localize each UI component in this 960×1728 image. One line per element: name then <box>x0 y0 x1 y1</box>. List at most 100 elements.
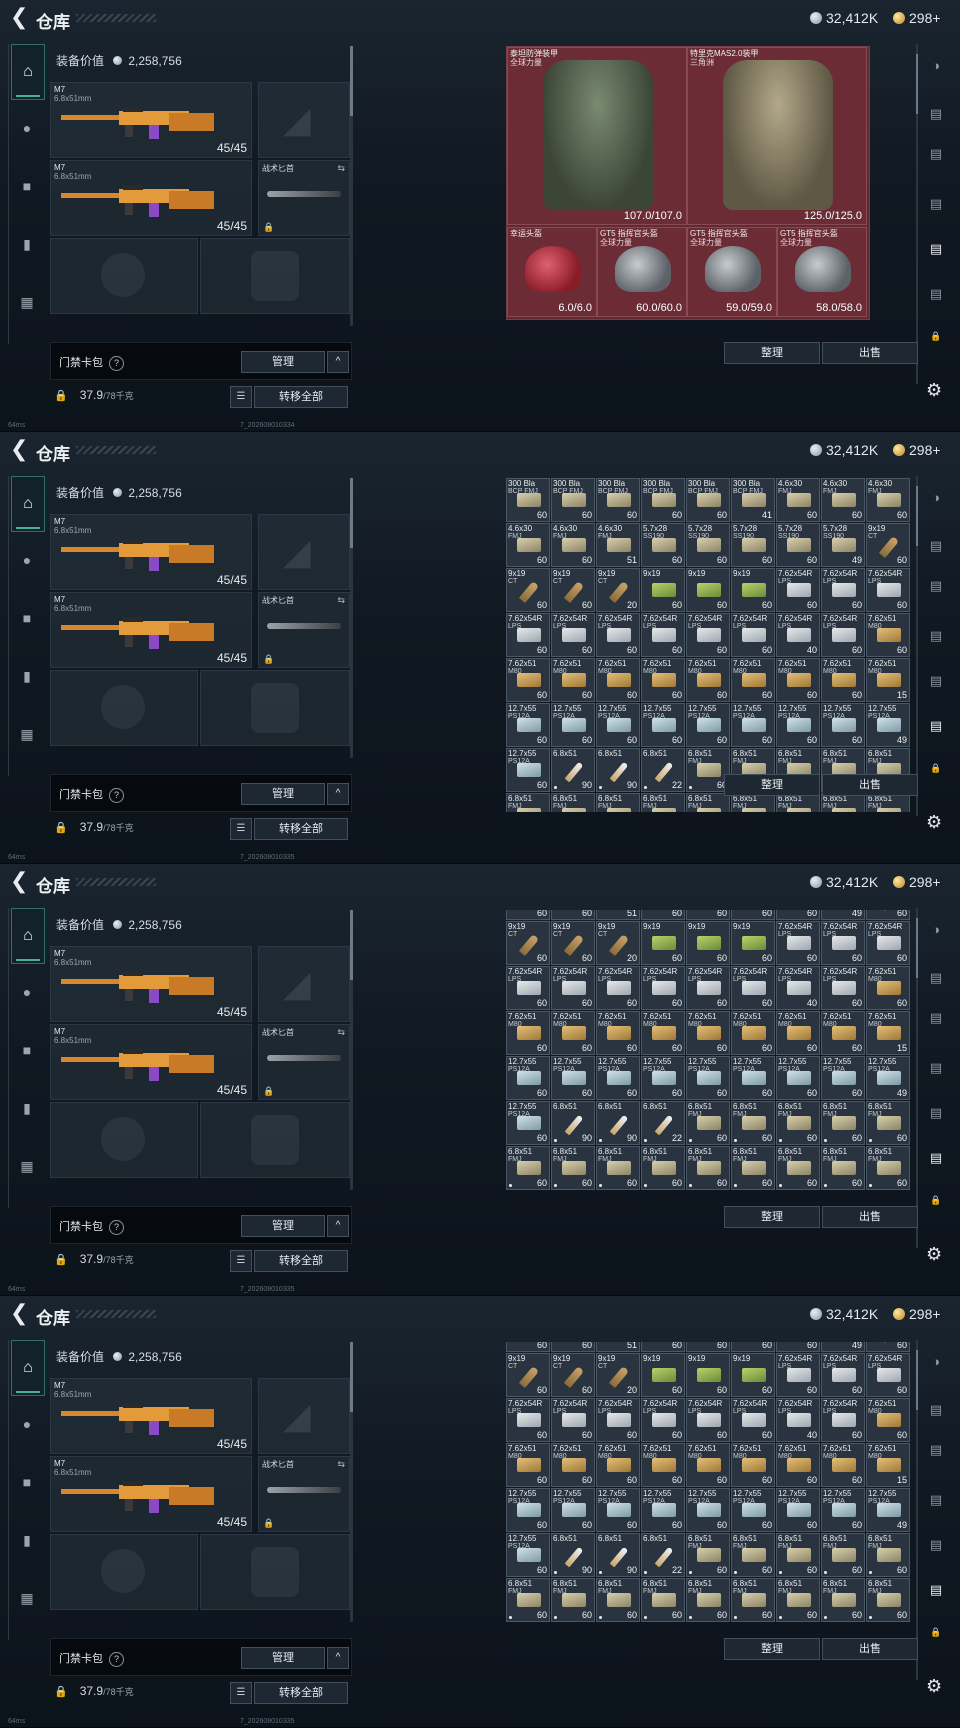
rail-scrollbar[interactable] <box>916 476 918 816</box>
ammo-stack[interactable]: 6.8x51FMJ60 <box>686 1101 730 1145</box>
ammo-stack[interactable]: 7.62x51 M80 60 <box>866 613 910 657</box>
ammo-stack[interactable]: 4.6x30FMJ51 <box>596 523 640 567</box>
stash-page-icon[interactable]: ▤ <box>924 284 948 304</box>
silver-currency[interactable]: 32,412K <box>810 1306 878 1322</box>
ammo-stack[interactable]: 12.7x55 PS12A 60 <box>821 1488 865 1532</box>
ammo-stack[interactable]: 9x19 CT 20 <box>596 568 640 612</box>
stash-page-icon[interactable]: ▤ <box>924 1148 948 1168</box>
ammo-stack[interactable]: 12.7x55 PS12A 60 <box>821 703 865 747</box>
tab-rig-icon[interactable]: ▮ <box>13 662 41 690</box>
back-arrow-icon[interactable]: ❮ <box>10 1302 32 1324</box>
stash-page-icon[interactable]: ▤ <box>924 1490 948 1510</box>
ammo-stack[interactable]: 9x19 CT 20 <box>596 921 640 965</box>
ammo-stack[interactable]: 7.62x54R LPS 60 <box>551 966 595 1010</box>
helmet-slot[interactable] <box>50 1102 198 1178</box>
ammo-stack[interactable]: 9x19 60 <box>686 1353 730 1397</box>
gold-currency[interactable]: 298+ <box>893 442 941 458</box>
gear-icon[interactable]: ⚙ <box>926 1676 942 1697</box>
collapse-chevron-up-icon[interactable]: ^ <box>327 1647 349 1669</box>
ammo-stack[interactable]: 4.6x30FMJ60 <box>506 523 550 567</box>
ammo-stack[interactable]: 7.62x54R LPS 60 <box>596 1398 640 1442</box>
sort-button[interactable]: 整理 <box>724 342 820 364</box>
ammo-stack[interactable]: 7.62x54R LPS 60 <box>686 966 730 1010</box>
ammo-stack[interactable]: 300 Bla BCP FMJ 41 <box>731 478 775 522</box>
stash-page-icon[interactable]: ▤ <box>924 1440 948 1460</box>
gear-icon[interactable]: ⚙ <box>926 1244 942 1265</box>
ammo-stack[interactable]: 9x19CT60 <box>866 910 910 920</box>
rail-scrollbar[interactable] <box>916 908 918 1248</box>
ammo-stack[interactable]: 7.62x54R LPS 40 <box>776 966 820 1010</box>
ammo-stack[interactable]: 5.7x28SS19060 <box>686 910 730 920</box>
ammo-stack[interactable]: 7.62x51 M80 60 <box>686 658 730 702</box>
primary-weapon-slot-2[interactable]: M7 6.8x51mm 45/45 <box>50 160 252 236</box>
ammo-stack[interactable]: 12.7x55 PS12A 49 <box>866 1056 910 1100</box>
ammo-stack[interactable]: 7.62x51 M80 60 <box>821 1011 865 1055</box>
ammo-stack[interactable]: 9x19 CT 20 <box>596 1353 640 1397</box>
helmet-slot[interactable] <box>50 670 198 746</box>
ammo-stack[interactable]: 7.62x51 M80 60 <box>596 1011 640 1055</box>
stash-overview-icon[interactable]: ◑ <box>924 488 948 508</box>
ammo-stack[interactable]: 12.7x55 PS12A 49 <box>866 1488 910 1532</box>
transfer-all-button[interactable]: 转移全部 <box>254 386 348 408</box>
primary-weapon-slot-2[interactable]: M7 6.8x51mm 45/45 <box>50 1456 252 1532</box>
ammo-stack[interactable]: 12.7x55 PS12A 60 <box>776 1488 820 1532</box>
rail-scrollbar[interactable] <box>916 44 918 384</box>
ammo-stack[interactable]: 6.8x51 22 <box>641 748 685 792</box>
ammo-stack[interactable]: 12.7x55 PS12A 60 <box>731 1488 775 1532</box>
stash-page-icon[interactable]: ▤ <box>924 716 948 736</box>
stash-page-icon[interactable]: ▤ <box>924 1008 948 1028</box>
ammo-stack[interactable]: 5.7x28SS19060 <box>686 1342 730 1352</box>
ammo-stack[interactable]: 6.8x51 22 <box>641 1101 685 1145</box>
ammo-stack[interactable]: 7.62x54R LPS 40 <box>776 1398 820 1442</box>
sell-button[interactable]: 出售 <box>822 1638 918 1660</box>
ammo-stack[interactable]: 12.7x55 PS12A 60 <box>596 1056 640 1100</box>
primary-weapon-slot-1[interactable]: M7 6.8x51mm 45/45 <box>50 946 252 1022</box>
ammo-stack[interactable]: 6.8x51FMJ60 <box>731 1533 775 1577</box>
stash-page-icon[interactable]: ▤ <box>924 626 948 646</box>
ammo-stack[interactable]: 7.62x54R LPS 60 <box>506 1398 550 1442</box>
ammo-stack[interactable]: 9x19CT60 <box>551 921 595 965</box>
tab-armor-icon[interactable]: ● <box>13 1410 41 1438</box>
ammo-stack[interactable]: 6.8x51FMJ60 <box>776 1101 820 1145</box>
ammo-stack[interactable]: 9x19CT60 <box>551 568 595 612</box>
ammo-stack[interactable]: 6.8x51FMJ60 <box>776 1578 820 1622</box>
manage-button[interactable]: 管理 <box>241 1215 325 1237</box>
tab-backpack-icon[interactable]: ■ <box>13 172 41 200</box>
ammo-stack[interactable]: 4.6x30FMJ60 <box>776 478 820 522</box>
gear-icon[interactable]: ⚙ <box>926 812 942 833</box>
gear-icon[interactable]: ⚙ <box>926 380 942 401</box>
ammo-stack[interactable]: 9x19 60 <box>641 1353 685 1397</box>
ammo-stack[interactable]: 7.62x51 M80 15 <box>866 658 910 702</box>
ammo-stack[interactable]: 7.62x54R LPS 60 <box>551 613 595 657</box>
ammo-stack[interactable]: 6.8x51FMJ60 <box>866 1146 910 1190</box>
ammo-stack[interactable]: 12.7x55 PS12A 60 <box>506 748 550 792</box>
ammo-stack[interactable]: 7.62x51 M80 60 <box>776 1443 820 1487</box>
tab-weapons-icon[interactable]: ⌂ <box>11 476 45 532</box>
ammo-stack[interactable]: 6.8x51FMJ60 <box>866 1101 910 1145</box>
ammo-stack[interactable]: 4.6x30FMJ60 <box>506 910 550 920</box>
ammo-stack[interactable]: 4.6x30FMJ60 <box>551 523 595 567</box>
armor-item[interactable]: 幸运头盔 6.0/6.0 <box>507 227 597 317</box>
ammo-stack[interactable]: 6.8x51FMJ60 <box>506 793 550 812</box>
ammo-stack[interactable]: 5.7x28SS19060 <box>731 910 775 920</box>
ammo-stack[interactable]: 7.62x54R LPS 60 <box>551 1398 595 1442</box>
melee-slot[interactable]: 战术匕首 ⇆ 🔒 <box>258 1024 350 1100</box>
ammo-stack[interactable]: 5.7x28SS19060 <box>731 1342 775 1352</box>
stash-page-icon[interactable]: ▤ <box>924 576 948 596</box>
loadout-scrollbar[interactable] <box>350 478 353 758</box>
ammo-stack[interactable]: 7.62x54R LPS 60 <box>731 613 775 657</box>
ammo-stack[interactable]: 6.8x51FMJ60 <box>821 1578 865 1622</box>
melee-slot[interactable]: 战术匕首 ⇆ 🔒 <box>258 592 350 668</box>
helmet-slot[interactable] <box>50 1534 198 1610</box>
ammo-stack[interactable]: 7.62x54R LPS 60 <box>506 966 550 1010</box>
armor-slot[interactable] <box>200 670 350 746</box>
ammo-stack[interactable]: 6.8x51FMJ60 <box>776 1146 820 1190</box>
help-icon[interactable]: ? <box>109 788 124 803</box>
ammo-stack[interactable]: 5.7x28SS19060 <box>776 910 820 920</box>
tab-rig-icon[interactable]: ▮ <box>13 1526 41 1554</box>
ammo-stack[interactable]: 5.7x28SS19060 <box>641 910 685 920</box>
ammo-stack[interactable]: 12.7x55 PS12A 60 <box>686 1488 730 1532</box>
ammo-stack[interactable]: 7.62x51 M80 60 <box>551 1443 595 1487</box>
ammo-stack[interactable]: 7.62x54R LPS 60 <box>821 1353 865 1397</box>
ammo-stack[interactable]: 4.6x30FMJ51 <box>596 1342 640 1352</box>
